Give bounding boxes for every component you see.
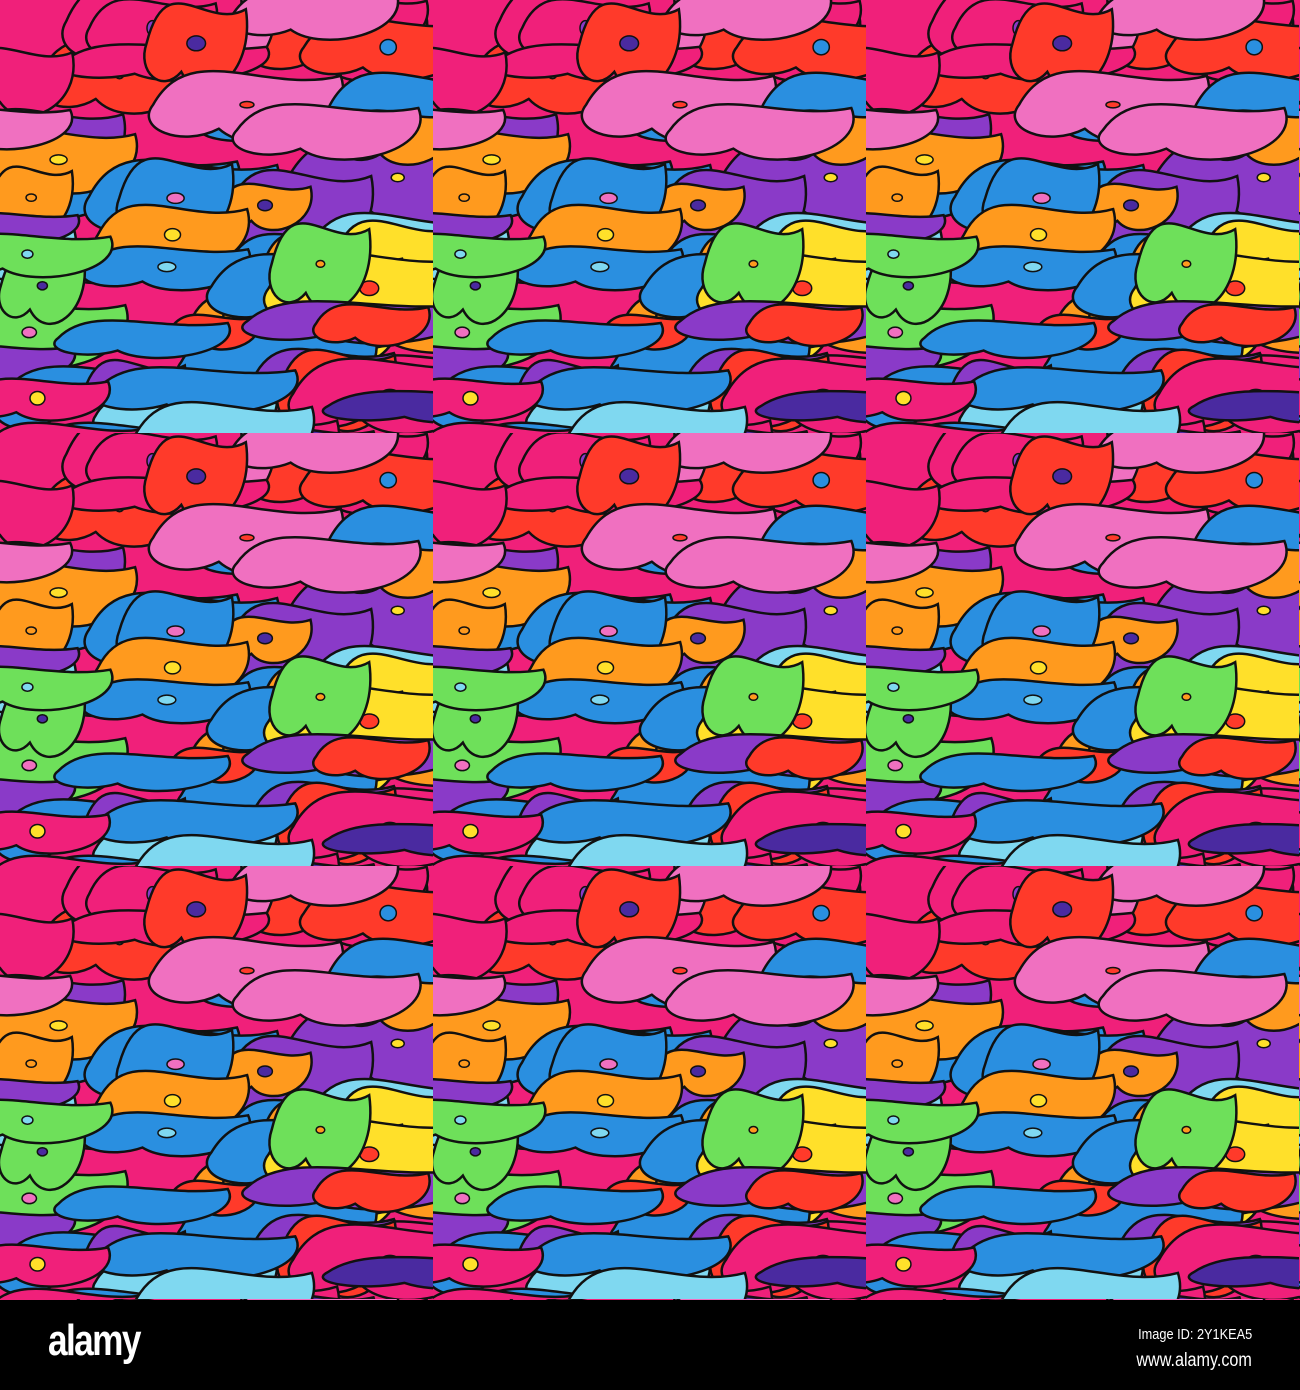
watermark-bar: alamy Image ID: 2Y1KEA5 www.alamy.com: [0, 1300, 1300, 1390]
site-url: www.alamy.com: [1136, 1350, 1252, 1371]
alamy-logo: alamy: [48, 1316, 141, 1365]
stock-image: alamy Image ID: 2Y1KEA5 www.alamy.com: [0, 0, 1300, 1390]
abstract-psychedelic-pattern: [0, 0, 1300, 1300]
image-id: Image ID: 2Y1KEA5: [1137, 1326, 1252, 1343]
